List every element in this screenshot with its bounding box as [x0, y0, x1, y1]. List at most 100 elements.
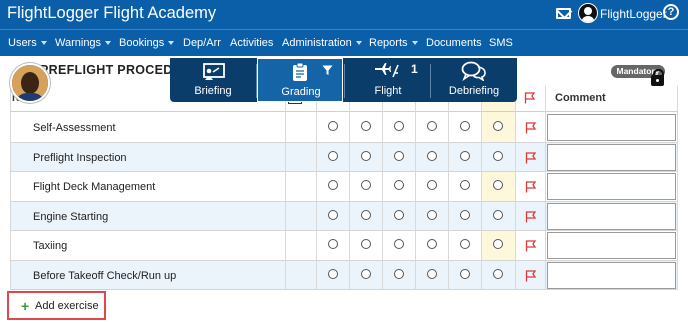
exercise-name: Engine Starting [33, 210, 109, 223]
flag-icon[interactable] [525, 240, 537, 252]
nav-item-label: SMS [489, 37, 513, 49]
grade-radio-2[interactable] [361, 268, 371, 279]
grade-radio-4[interactable] [427, 268, 437, 279]
nav-item-label: Dep/Arr [183, 37, 221, 49]
grade-radio-5[interactable] [460, 121, 470, 131]
exercise-name: Before Takeoff Check/Run up [33, 269, 177, 282]
lock-icon[interactable] [651, 69, 664, 86]
exercise-name: Self-Assessment [33, 122, 116, 134]
nav-item-bookings[interactable]: Bookings [119, 37, 175, 49]
grade-radio-2[interactable] [361, 209, 371, 220]
grade-radio-5[interactable] [460, 239, 470, 249]
grade-radio-6[interactable] [493, 239, 503, 249]
briefing-board-icon [203, 63, 225, 80]
grade-radio-3[interactable] [394, 121, 404, 131]
grade-radio-5[interactable] [460, 268, 470, 279]
comment-field[interactable] [547, 114, 676, 141]
caret-down-icon [355, 41, 362, 46]
nav-item-label: Administration [282, 37, 352, 49]
nav-item-dep-arr[interactable]: Dep/Arr [183, 37, 221, 49]
plus-icon: + [21, 298, 30, 314]
tab-label: Flight [374, 85, 402, 97]
flag-icon[interactable] [525, 181, 537, 193]
grade-radio-6[interactable] [493, 121, 503, 131]
comment-field[interactable] [547, 232, 676, 259]
nav-item-documents[interactable]: Documents [426, 37, 482, 49]
user-name[interactable]: FlightLogger [600, 7, 667, 21]
add-exercise-label: Add exercise [35, 300, 99, 312]
grade-radio-2[interactable] [361, 121, 371, 131]
nav-item-activities[interactable]: Activities [230, 37, 273, 49]
nav-item-warnings[interactable]: Warnings [55, 37, 112, 49]
grade-radio-1[interactable] [328, 268, 338, 279]
tab-flight[interactable]: 1 Flight [345, 58, 431, 102]
exercise-name: Taxiing [33, 240, 68, 252]
clipboard-icon [293, 62, 307, 81]
tab-debriefing[interactable]: Debriefing [431, 58, 517, 102]
comment-field[interactable] [547, 173, 676, 200]
grade-radio-4[interactable] [427, 180, 437, 190]
grade-radio-4[interactable] [427, 239, 437, 249]
mail-icon[interactable] [556, 8, 571, 19]
grade-radio-6[interactable] [493, 268, 503, 279]
flag-icon[interactable] [525, 151, 537, 164]
grade-radio-1[interactable] [328, 150, 338, 161]
grid-line [481, 86, 482, 290]
add-exercise-button[interactable]: + Add exercise [7, 291, 106, 320]
table-row: Preflight Inspection [10, 142, 677, 172]
grade-radio-4[interactable] [427, 150, 437, 161]
flag-icon[interactable] [525, 269, 537, 282]
caret-down-icon [411, 41, 418, 46]
nav-item-administration[interactable]: Administration [282, 37, 362, 49]
grid-line [316, 86, 317, 290]
grade-radio-6[interactable] [493, 180, 503, 190]
grade-radio-3[interactable] [394, 180, 404, 190]
grade-radio-2[interactable] [361, 150, 371, 161]
grid-line [677, 86, 678, 290]
grade-radio-5[interactable] [460, 209, 470, 220]
app-title[interactable]: FlightLogger Flight Academy [7, 4, 216, 23]
nav-item-users[interactable]: Users [8, 37, 47, 49]
plane-landing-icon [375, 63, 399, 78]
grade-radio-3[interactable] [394, 150, 404, 161]
comment-field[interactable] [547, 143, 676, 171]
grade-radio-6[interactable] [493, 150, 503, 161]
tab-label: Briefing [194, 85, 232, 97]
nav-item-label: Users [8, 37, 37, 49]
comment-field[interactable] [547, 261, 676, 289]
grade-radio-1[interactable] [328, 239, 338, 249]
filter-icon[interactable] [322, 65, 333, 76]
grade-radio-4[interactable] [427, 121, 437, 131]
main-nav: Users Warnings Bookings Dep/Arr Activiti… [0, 29, 688, 56]
panel-title: PREFLIGHT PROCEDU [40, 63, 182, 77]
nav-item-reports[interactable]: Reports [369, 37, 418, 49]
flag-icon[interactable] [525, 122, 537, 134]
grade-radio-2[interactable] [361, 239, 371, 249]
student-avatar[interactable] [10, 63, 50, 103]
lesson-tabs: Briefing Grading 1 Flight Debriefing [170, 58, 517, 102]
grade-radio-3[interactable] [394, 268, 404, 279]
caret-down-icon [168, 41, 175, 46]
grade-radio-2[interactable] [361, 180, 371, 190]
help-icon[interactable]: ? [663, 4, 679, 20]
grade-radio-1[interactable] [328, 180, 338, 190]
grade-radio-1[interactable] [328, 121, 338, 131]
tab-briefing[interactable]: Briefing [170, 58, 256, 102]
user-avatar-icon[interactable] [578, 3, 598, 23]
grid-line [349, 86, 350, 290]
grade-radio-5[interactable] [460, 180, 470, 190]
grade-radio-4[interactable] [427, 209, 437, 220]
grade-radio-3[interactable] [394, 239, 404, 249]
flag-icon[interactable] [525, 210, 537, 223]
tab-grading[interactable]: Grading [257, 58, 343, 102]
nav-item-sms[interactable]: SMS [489, 37, 513, 49]
grade-radio-5[interactable] [460, 150, 470, 161]
grade-radio-1[interactable] [328, 209, 338, 220]
caret-down-icon [40, 41, 47, 46]
nav-item-label: Activities [230, 37, 274, 49]
grade-radio-6[interactable] [493, 209, 503, 220]
grade-radio-3[interactable] [394, 209, 404, 220]
grid-line [515, 86, 516, 290]
comment-field[interactable] [547, 202, 676, 230]
flag-header-icon[interactable] [524, 92, 536, 104]
